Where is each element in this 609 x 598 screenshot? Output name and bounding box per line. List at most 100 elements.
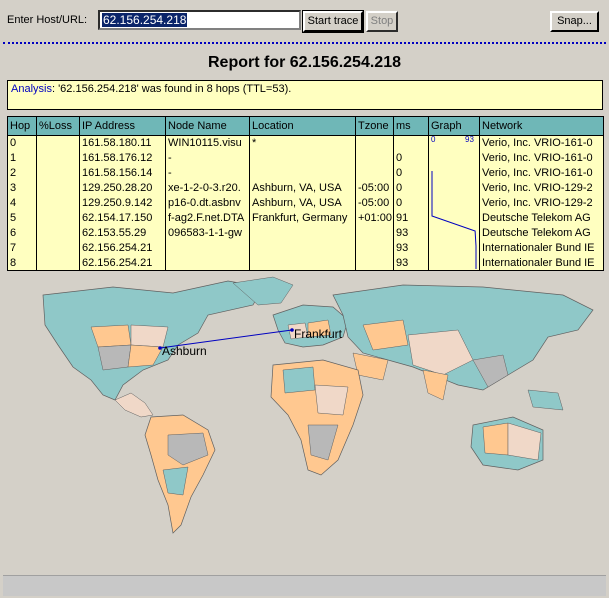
- cell-ms: 0: [393, 150, 429, 166]
- cell-loc: [249, 240, 356, 256]
- cell-loss: [36, 180, 80, 196]
- cell-tz: [355, 135, 394, 151]
- route-map: Ashburn Frankfurt: [3, 275, 606, 570]
- table-row[interactable]: 6 62.153.55.29 096583-1-1-gw 93 Deutsche Tel…: [7, 225, 604, 241]
- cell-tz: [355, 225, 394, 241]
- table-row[interactable]: 8 62.156.254.21 93 Internationaler Bund IE: [7, 255, 604, 271]
- table-row[interactable]: 7 62.156.254.21 93 Internationaler Bund IE: [7, 240, 604, 256]
- cell-loss: [36, 240, 80, 256]
- cell-loss: [36, 195, 80, 211]
- cell-loss: [36, 165, 80, 181]
- continent-south-america: [144, 414, 216, 534]
- cell-net: Deutsche Telekom AG: [479, 225, 604, 241]
- cell-ms: 91: [393, 210, 429, 226]
- cell-tz: -05:00: [355, 195, 394, 211]
- cell-ip: 129.250.28.20: [79, 180, 166, 196]
- table-row[interactable]: 1 161.58.176.12- 0 Verio, Inc. VRIO-161-0: [7, 150, 604, 166]
- cell-loc: Frankfurt, Germany: [249, 210, 356, 226]
- analysis-text: : '62.156.254.218' was found in 8 hops (…: [51, 83, 292, 95]
- cell-ip: 62.156.254.21: [79, 255, 166, 271]
- col-network[interactable]: Network: [479, 116, 604, 136]
- city-label-ashburn: Ashburn: [162, 344, 207, 358]
- cell-hop: 0: [7, 135, 37, 151]
- col-node[interactable]: Node Name: [165, 116, 250, 136]
- cell-node: -: [165, 150, 250, 166]
- cell-node: [165, 255, 250, 271]
- toolbar: Enter Host/URL: 62.156.254.218 Start tra…: [0, 0, 609, 38]
- stop-button[interactable]: Stop: [366, 11, 398, 32]
- continent-australia: [470, 389, 564, 471]
- graph-min-label: 0: [431, 135, 436, 144]
- host-input-value: 62.156.254.218: [102, 13, 188, 27]
- snap-button[interactable]: Snap...: [550, 11, 599, 32]
- cell-tz: [355, 255, 394, 271]
- cell-loss: [36, 255, 80, 271]
- cell-net: Verio, Inc. VRIO-161-0: [479, 135, 604, 151]
- col-location[interactable]: Location: [249, 116, 356, 136]
- cell-ip: 62.156.254.21: [79, 240, 166, 256]
- cell-ip: 62.153.55.29: [79, 225, 166, 241]
- cell-loc: Ashburn, VA, USA: [249, 180, 356, 196]
- city-label-frankfurt: Frankfurt: [294, 327, 343, 341]
- cell-tz: [355, 165, 394, 181]
- cell-net: Internationaler Bund IE: [479, 255, 604, 271]
- cell-ms: 93: [393, 225, 429, 241]
- cell-node: [165, 240, 250, 256]
- cell-ms: 93: [393, 240, 429, 256]
- cell-ms: 0: [393, 195, 429, 211]
- table-row[interactable]: 3 129.250.28.20 xe-1-2-0-3.r20. Ashburn, VA…: [7, 180, 604, 196]
- cell-hop: 1: [7, 150, 37, 166]
- cell-tz: -05:00: [355, 180, 394, 196]
- table-row[interactable]: 4 129.250.9.142 p16-0.dt.asbnv Ashburn, VA,…: [7, 195, 604, 211]
- continent-africa: [270, 359, 364, 476]
- cell-net: Verio, Inc. VRIO-129-2: [479, 195, 604, 211]
- continent-asia: [332, 284, 594, 401]
- cell-hop: 4: [7, 195, 37, 211]
- cell-ms: 0: [393, 165, 429, 181]
- cell-node: p16-0.dt.asbnv: [165, 195, 250, 211]
- cell-node: xe-1-2-0-3.r20.: [165, 180, 250, 196]
- cell-loc: [249, 225, 356, 241]
- cell-loc: *: [249, 135, 356, 151]
- cell-loss: [36, 135, 80, 151]
- cell-loss: [36, 225, 80, 241]
- cell-hop: 7: [7, 240, 37, 256]
- col-graph[interactable]: Graph: [428, 116, 480, 136]
- host-input[interactable]: 62.156.254.218: [98, 10, 301, 30]
- cell-loc: [249, 165, 356, 181]
- cell-ms: 0: [393, 180, 429, 196]
- table-row[interactable]: 0 161.58.180.11 WIN10115.visu * Verio, Inc. …: [7, 135, 604, 151]
- cell-node: -: [165, 165, 250, 181]
- cell-node: f-ag2.F.net.DTA: [165, 210, 250, 226]
- analysis-link[interactable]: Analysis: [11, 83, 52, 95]
- graph-max-label: 93: [465, 135, 474, 144]
- cell-loss: [36, 210, 80, 226]
- report-title: Report for 62.156.254.218: [208, 54, 401, 71]
- cell-net: Verio, Inc. VRIO-161-0: [479, 165, 604, 181]
- host-label: Enter Host/URL:: [7, 14, 88, 26]
- latency-graph: 0 93: [431, 135, 477, 269]
- cell-loc: [249, 255, 356, 271]
- cell-hop: 3: [7, 180, 37, 196]
- cell-net: Verio, Inc. VRIO-129-2: [479, 180, 604, 196]
- col-hop[interactable]: Hop: [7, 116, 37, 136]
- cell-tz: +01:00: [355, 210, 394, 226]
- table-header-row: Hop %Loss IP Address Node Name Location …: [7, 116, 604, 136]
- col-loss[interactable]: %Loss: [36, 116, 80, 136]
- start-trace-button[interactable]: Start trace: [302, 10, 364, 33]
- col-tzone[interactable]: Tzone: [355, 116, 394, 136]
- cell-hop: 5: [7, 210, 37, 226]
- graph-line: [431, 171, 477, 269]
- cell-node: 096583-1-1-gw: [165, 225, 250, 241]
- cell-ip: 129.250.9.142: [79, 195, 166, 211]
- cell-ip: 161.58.176.12: [79, 150, 166, 166]
- hops-table: Hop %Loss IP Address Node Name Location …: [7, 116, 604, 271]
- table-row[interactable]: 5 62.154.17.150 f-ag2.F.net.DTA Frankfurt, …: [7, 210, 604, 226]
- cell-tz: [355, 150, 394, 166]
- col-ms[interactable]: ms: [393, 116, 429, 136]
- col-ip[interactable]: IP Address: [79, 116, 166, 136]
- cell-net: Verio, Inc. VRIO-161-0: [479, 150, 604, 166]
- cell-hop: 2: [7, 165, 37, 181]
- cell-loc: Ashburn, VA, USA: [249, 195, 356, 211]
- table-row[interactable]: 2 161.58.156.14- 0 Verio, Inc. VRIO-161-0: [7, 165, 604, 181]
